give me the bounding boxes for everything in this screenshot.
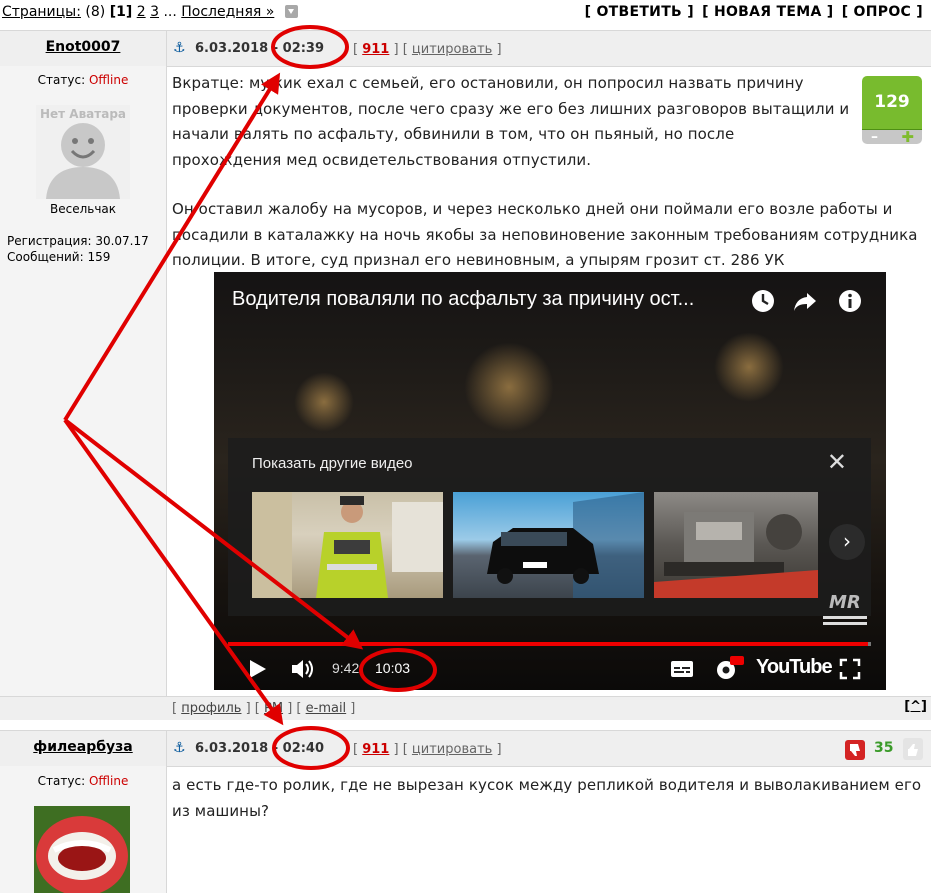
post-text-line: а есть где-то ролик, где не вырезан кусо… <box>172 776 922 794</box>
video-player[interactable]: Водителя поваляли по асфальту за причину… <box>214 272 886 690</box>
pm-link[interactable]: PM <box>264 701 283 716</box>
post-author-sidebar: Статус: Offline Нет Аватара Весельчак Ре… <box>0 66 167 696</box>
author-messages: Сообщений: 159 <box>7 250 111 264</box>
post-text-line: полиции. В итоге, суд признал его невино… <box>172 251 785 269</box>
post-text-line: Он оставил жалобу на мусоров, и через не… <box>172 200 893 218</box>
thumbs-up-icon <box>908 744 918 756</box>
post-header: Enot0007 ⚓ 6.03.2018 - 02:39 [ 911 ] [ ц… <box>0 30 931 67</box>
quote-link[interactable]: цитировать <box>412 42 492 57</box>
pagination-page-3[interactable]: 3 <box>150 4 159 20</box>
post-body: Вкратце: мужик ехал с семьей, его остано… <box>172 71 918 274</box>
pagination-current: [1] <box>109 4 133 20</box>
author-stats: Регистрация: 30.07.17 Сообщений: 159 <box>7 233 149 265</box>
post-footer: [ профиль ] [ PM ] [ e-mail ] [^] <box>0 696 931 721</box>
volume-icon[interactable] <box>290 658 316 680</box>
play-icon[interactable] <box>246 658 268 680</box>
pagination-page-2[interactable]: 2 <box>137 4 146 20</box>
to-top-link[interactable]: [^] <box>904 699 927 714</box>
post-text-line: посадили в каталажку на ночь якобы за не… <box>172 225 918 244</box>
video-time-total: 10:03 <box>375 660 411 676</box>
post-header: филеарбуза ⚓ 6.03.2018 - 02:40 [ 911 ] [… <box>0 730 931 767</box>
email-link[interactable]: e-mail <box>306 701 347 716</box>
poll-button[interactable]: [ ОПРОС ] <box>842 4 923 20</box>
post-text-line: начали валять по асфальту, обвинили в то… <box>172 125 735 143</box>
watermelon-mouth-avatar-icon <box>34 806 130 893</box>
post-date: 6.03.2018 - 02:40 <box>195 741 325 756</box>
post-text-line: прохождения мед освидетельствования отпу… <box>172 150 592 169</box>
subtitles-icon[interactable] <box>670 660 694 678</box>
video-title[interactable]: Водителя поваляли по асфальту за причину… <box>232 288 694 311</box>
new-topic-button[interactable]: [ НОВАЯ ТЕМА ] <box>702 4 833 20</box>
reply-button[interactable]: [ ОТВЕТИТЬ ] <box>585 4 694 20</box>
settings-hd-icon[interactable] <box>714 654 744 682</box>
avatar: Нет Аватара <box>36 105 130 199</box>
suggested-video-thumbnail[interactable] <box>252 492 443 598</box>
avatar <box>34 806 130 893</box>
post-meta: [ 911 ] [ цитировать ] <box>353 742 502 757</box>
post-number-link[interactable]: 911 <box>362 42 389 57</box>
suggested-video-thumbnail[interactable] <box>654 492 818 598</box>
post-separator <box>0 720 931 730</box>
rating-value: 35 <box>874 740 894 756</box>
pagination: Страницы: (8) [1] 2 3 ... Последняя » <box>2 4 298 20</box>
suggested-video-thumbnail[interactable] <box>453 492 644 598</box>
video-progress-bar[interactable] <box>228 642 871 646</box>
video-progress-fill <box>228 642 868 646</box>
suggested-videos-panel: Показать другие видео ✕ › <box>228 438 871 616</box>
pagination-ellipsis: ... <box>163 4 177 20</box>
channel-watermark: MR <box>823 588 867 630</box>
post-author-link[interactable]: Enot0007 <box>0 31 167 66</box>
pagination-dropdown-icon[interactable] <box>284 4 298 18</box>
post-footer-links: [ профиль ] [ PM ] [ e-mail ] <box>172 701 356 716</box>
channel-watermark-text: MR <box>829 592 861 613</box>
pagination-label[interactable]: Страницы: <box>2 4 81 20</box>
post-number-link[interactable]: 911 <box>362 742 389 757</box>
anchor-icon[interactable]: ⚓ <box>173 740 186 756</box>
anchor-icon[interactable]: ⚓ <box>173 40 186 56</box>
topic-actions: [ ОТВЕТИТЬ ] [ НОВАЯ ТЕМА ] [ ОПРОС ] <box>582 4 923 20</box>
suggested-videos-title: Показать другие видео <box>252 455 413 472</box>
post-body: а есть где-то ролик, где не вырезан кусо… <box>172 773 921 824</box>
fullscreen-icon[interactable] <box>839 658 861 680</box>
post-meta: [ 911 ] [ цитировать ] <box>353 42 502 57</box>
rating-minus-button[interactable]: – <box>871 130 878 144</box>
watch-later-icon[interactable] <box>750 288 776 314</box>
post-date: 6.03.2018 - 02:39 <box>195 41 325 56</box>
post-rating: 129 – ✚ <box>862 76 922 144</box>
youtube-logo[interactable]: YouTube <box>756 656 833 679</box>
post-text-line: из машины? <box>172 801 270 820</box>
top-bar: Страницы: (8) [1] 2 3 ... Последняя » [ … <box>0 0 931 26</box>
author-registration: Регистрация: 30.07.17 <box>7 234 149 248</box>
pagination-count: (8) <box>85 4 106 20</box>
rating-plus-button[interactable]: ✚ <box>901 130 914 145</box>
close-icon[interactable]: ✕ <box>827 448 847 476</box>
author-status: Статус: Offline <box>37 73 129 87</box>
author-rank: Весельчак <box>49 202 117 216</box>
profile-link[interactable]: профиль <box>181 701 241 716</box>
rating-minus-button[interactable] <box>845 740 865 760</box>
rating-plus-button[interactable] <box>903 738 923 760</box>
chevron-right-icon[interactable]: › <box>829 524 865 560</box>
rating-value: 129 <box>862 76 922 130</box>
video-time-current: 9:42 <box>332 660 360 676</box>
thumbs-down-icon <box>850 744 860 756</box>
post-author-link[interactable]: филеарбуза <box>0 731 167 766</box>
quote-link[interactable]: цитировать <box>412 742 492 757</box>
pagination-last[interactable]: Последняя » <box>181 4 274 20</box>
post-text-line: Вкратце: мужик ехал с семьей, его остано… <box>172 74 804 92</box>
share-icon[interactable] <box>792 288 818 314</box>
avatar-placeholder-text: Нет Аватара <box>39 107 127 121</box>
info-icon[interactable] <box>837 288 863 314</box>
post-text-line: проверки документов, после чего сразу же… <box>172 99 850 118</box>
author-status: Статус: Offline <box>37 774 129 788</box>
